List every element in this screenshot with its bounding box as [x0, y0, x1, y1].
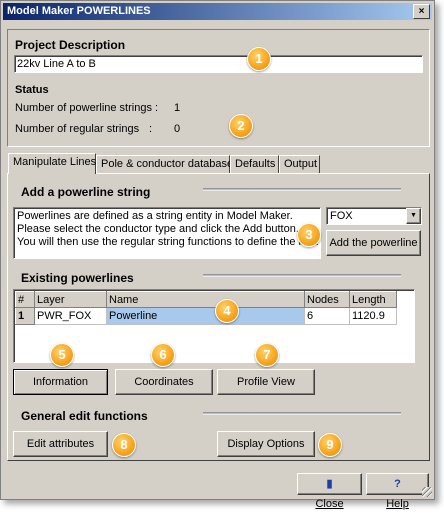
callout-badge-2: 2	[229, 114, 253, 138]
regular-count-value: 0	[174, 123, 181, 135]
close-button[interactable]: ▮ Close	[297, 473, 362, 510]
dropdown-arrow-icon[interactable]: ▼	[406, 208, 421, 224]
add-section-heading: Add a powerline string	[21, 185, 151, 199]
tab-pole-conductor-database[interactable]: Pole & conductor database	[96, 155, 233, 173]
status-heading: Status	[15, 84, 49, 96]
project-description-value: 22kv Line A to B	[17, 58, 96, 70]
tab-defaults[interactable]: Defaults	[230, 155, 279, 173]
dialog-window: Model Maker POWERLINES × Project Descrip…	[0, 0, 435, 510]
title-bar[interactable]: Model Maker POWERLINES ×	[3, 3, 432, 20]
tab-output[interactable]: Output	[279, 155, 320, 173]
display-options-label: Display Options	[227, 438, 305, 450]
add-powerline-button[interactable]: Add the powerline	[326, 230, 421, 256]
information-button[interactable]: Information	[13, 369, 108, 395]
callout-badge-4: 4	[215, 299, 239, 323]
row-number-cell[interactable]: 1	[15, 307, 35, 325]
profile-view-button[interactable]: Profile View	[217, 369, 315, 395]
info-line: Powerlines are defined as a string entit…	[17, 210, 293, 222]
window-title: Model Maker POWERLINES	[7, 5, 151, 17]
conductor-select-value: FOX	[330, 210, 353, 222]
column-header-length[interactable]: Length	[349, 291, 397, 308]
existing-section-heading: Existing powerlines	[21, 271, 134, 285]
column-header-name[interactable]: Name	[106, 291, 305, 308]
nodes-cell[interactable]: 6	[304, 307, 350, 325]
project-description-input[interactable]: 22kv Line A to B	[14, 55, 423, 73]
edit-attributes-label: Edit attributes	[26, 438, 95, 450]
callout-badge-1: 1	[247, 47, 271, 71]
regular-count-label: Number of regular strings	[15, 123, 140, 135]
help-button-content: ? Help	[367, 474, 428, 514]
tab-manipulate-lines[interactable]: Manipulate Lines	[8, 153, 96, 174]
help-button[interactable]: ? Help	[366, 473, 429, 510]
powerlines-table: # Layer Name Nodes Length 1 PWR_FOX Powe…	[15, 291, 397, 325]
close-label: Close	[315, 498, 344, 510]
info-line: You will then use the regular string fun…	[17, 236, 319, 248]
column-header-num[interactable]: #	[15, 291, 35, 308]
coordinates-label: Coordinates	[134, 376, 194, 388]
profile-view-label: Profile View	[237, 376, 295, 388]
conductor-select[interactable]: FOX ▼	[326, 207, 422, 225]
column-header-layer[interactable]: Layer	[34, 291, 107, 308]
general-section-divider	[203, 412, 401, 415]
close-button-content: ▮ Close	[298, 474, 361, 514]
display-options-button[interactable]: Display Options	[217, 431, 315, 457]
callout-badge-9: 9	[318, 433, 342, 457]
add-section-divider	[203, 188, 401, 191]
table-row[interactable]: 1 PWR_FOX Powerline 6 1120.9	[15, 307, 397, 325]
callout-badge-3: 3	[297, 223, 321, 247]
length-cell[interactable]: 1120.9	[349, 307, 397, 325]
existing-section-divider	[203, 274, 401, 277]
callout-badge-5: 5	[50, 343, 74, 367]
close-window-icon[interactable]: ×	[413, 4, 430, 19]
regular-count-separator: :	[149, 123, 153, 135]
info-line: Please select the conductor type and cli…	[17, 223, 299, 235]
help-icon: ?	[394, 478, 401, 490]
powerline-count-value: 1	[174, 102, 181, 114]
edit-attributes-button[interactable]: Edit attributes	[13, 431, 108, 457]
table-header-row: # Layer Name Nodes Length	[15, 291, 397, 308]
general-section-heading: General edit functions	[21, 409, 148, 423]
layer-cell[interactable]: PWR_FOX	[34, 307, 107, 325]
project-heading: Project Description	[15, 38, 126, 52]
coordinates-button[interactable]: Coordinates	[115, 369, 213, 395]
close-icon: ▮	[326, 478, 333, 490]
powerline-count-label: Number of powerline strings :	[15, 102, 159, 114]
resize-grip-icon[interactable]	[422, 487, 432, 497]
help-label: Help	[386, 498, 409, 510]
add-powerline-label: Add the powerline	[329, 237, 418, 249]
information-label: Information	[32, 376, 89, 388]
callout-badge-8: 8	[112, 433, 136, 457]
info-text-box: Powerlines are defined as a string entit…	[13, 207, 321, 259]
callout-badge-6: 6	[151, 343, 175, 367]
column-header-nodes[interactable]: Nodes	[304, 291, 350, 308]
name-cell[interactable]: Powerline	[106, 307, 305, 325]
callout-badge-7: 7	[255, 343, 279, 367]
